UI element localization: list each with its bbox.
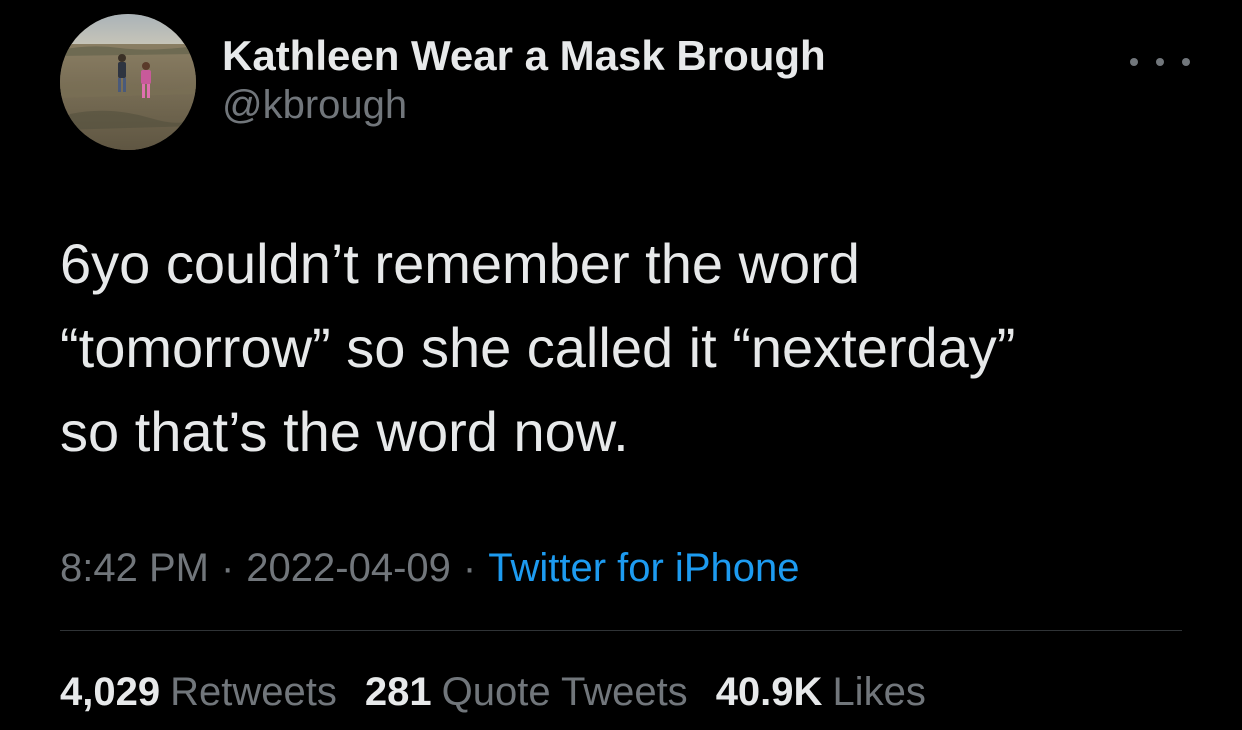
meta-separator: ·: [220, 546, 235, 590]
divider: [60, 630, 1182, 631]
retweets-count: 4,029: [60, 670, 161, 714]
author-names: Kathleen Wear a Mask Brough @kbrough: [222, 32, 826, 128]
tweet-text: 6yo couldn’t remember the word “tomorrow…: [60, 232, 1016, 463]
tweet-header: Kathleen Wear a Mask Brough @kbrough: [60, 14, 1190, 154]
tweet-source-link[interactable]: Twitter for iPhone: [488, 546, 799, 590]
more-dot: [1156, 58, 1164, 66]
tweet-stats: 4,029 Retweets 281 Quote Tweets 40.9K Likes: [60, 664, 954, 720]
meta-separator: ·: [462, 546, 477, 590]
more-horizontal-icon[interactable]: [1130, 52, 1190, 72]
more-dot: [1130, 58, 1138, 66]
tweet-time[interactable]: 8:42 PM: [60, 546, 209, 590]
tweet: Kathleen Wear a Mask Brough @kbrough 6yo…: [0, 0, 1242, 730]
likes-stat[interactable]: 40.9K Likes: [716, 664, 926, 720]
avatar[interactable]: [60, 14, 196, 150]
quote-tweets-stat[interactable]: 281 Quote Tweets: [365, 664, 688, 720]
retweets-stat[interactable]: 4,029 Retweets: [60, 664, 337, 720]
author-display-name[interactable]: Kathleen Wear a Mask Brough: [222, 32, 826, 80]
more-dot: [1182, 58, 1190, 66]
tweet-date[interactable]: 2022-04-09: [246, 546, 451, 590]
quote-tweets-count: 281: [364, 670, 432, 714]
likes-count: 40.9K: [715, 670, 823, 714]
tweet-meta: 8:42 PM · 2022-04-09 · Twitter for iPhone: [60, 540, 799, 596]
author-handle[interactable]: @kbrough: [222, 82, 826, 128]
retweets-label: Retweets: [170, 670, 337, 714]
likes-label: Likes: [832, 670, 926, 714]
quote-tweets-label: Quote Tweets: [441, 670, 688, 714]
